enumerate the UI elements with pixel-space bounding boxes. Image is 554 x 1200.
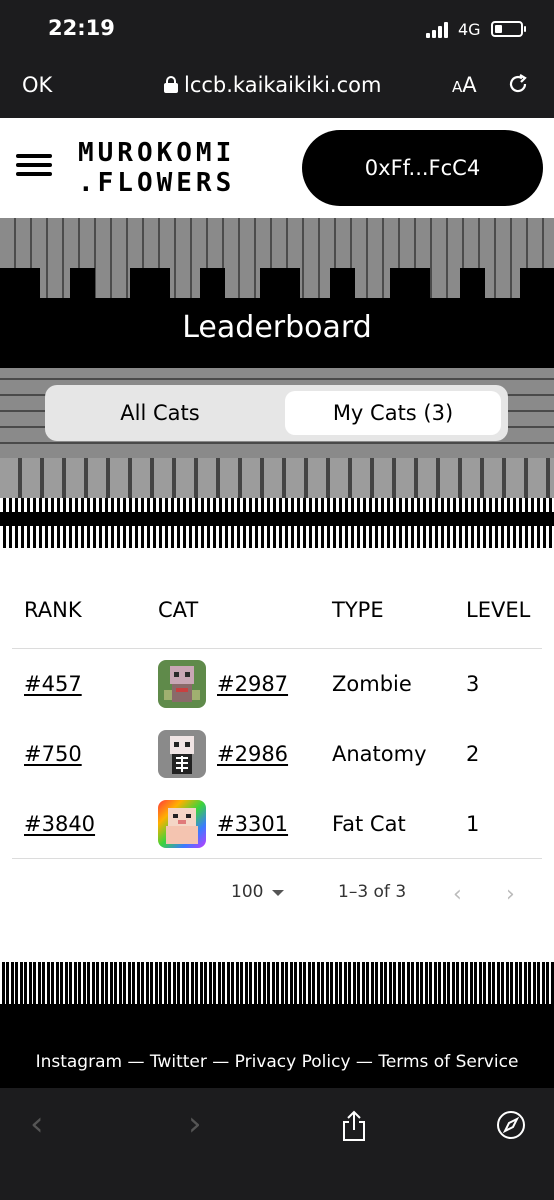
col-level: LEVEL <box>466 598 531 622</box>
lock-icon <box>164 76 178 94</box>
wallet-button[interactable]: 0xFf...FcC4 <box>302 130 543 206</box>
forward-icon[interactable]: › <box>188 1104 202 1144</box>
compass-icon[interactable] <box>496 1110 526 1140</box>
cat-level: 3 <box>466 672 480 696</box>
rank-link[interactable]: #457 <box>24 672 82 696</box>
rows-per-page-select[interactable]: 100 <box>231 882 263 902</box>
clock: 22:19 <box>48 16 115 40</box>
leaderboard-hero: Leaderboard All Cats My Cats (3) <box>0 218 554 568</box>
cat-type: Fat Cat <box>332 812 406 836</box>
rank-link[interactable]: #750 <box>24 742 82 766</box>
col-type: TYPE <box>332 598 384 622</box>
chevron-right-icon[interactable]: › <box>506 882 515 907</box>
table-header: RANK CAT TYPE LEVEL <box>0 598 554 626</box>
battery-icon <box>491 21 526 37</box>
cat-level: 2 <box>466 742 480 766</box>
chevron-left-icon[interactable]: ‹ <box>453 882 462 907</box>
header-divider <box>12 648 542 649</box>
logo-line-1: MUROKOMI <box>78 138 236 168</box>
col-rank: RANK <box>24 598 82 622</box>
cat-id-link[interactable]: #2987 <box>217 672 288 696</box>
pixel-dither-base <box>0 548 554 568</box>
signal-icon <box>426 22 448 38</box>
status-bar: 22:19 4G <box>0 0 554 56</box>
footer-links[interactable]: Instagram — Twitter — Privacy Policy — T… <box>0 1052 554 1072</box>
network-type: 4G <box>458 20 481 39</box>
cat-id-link[interactable]: #3301 <box>217 812 288 836</box>
table-row: #457 #2987 Zombie 3 <box>0 650 554 720</box>
site-logo[interactable]: MUROKOMI .FLOWERS <box>78 138 235 198</box>
site-header: MUROKOMI .FLOWERS 0xFf...FcC4 <box>0 118 554 218</box>
pixel-dither-footer <box>0 940 554 1004</box>
tab-my-cats[interactable]: My Cats (3) <box>285 391 501 435</box>
rank-link[interactable]: #3840 <box>24 812 95 836</box>
browser-toolbar: ‹ › <box>0 1088 554 1200</box>
page-range: 1–3 of 3 <box>338 882 407 902</box>
cat-type: Zombie <box>332 672 412 696</box>
cat-thumbnail-zombie[interactable] <box>158 660 206 708</box>
cat-thumbnail-fat-cat[interactable] <box>158 800 206 848</box>
cat-type: Anatomy <box>332 742 427 766</box>
leaderboard-table: RANK CAT TYPE LEVEL #457 #2987 Zombie 3 … <box>0 568 554 940</box>
table-row: #3840 #3301 Fat Cat 1 <box>0 790 554 860</box>
share-icon[interactable] <box>340 1110 368 1142</box>
url-field[interactable]: lccb.kaikaikiki.com <box>164 73 381 97</box>
page-title: Leaderboard <box>182 310 372 345</box>
reload-icon[interactable] <box>506 72 530 96</box>
url-text: lccb.kaikaikiki.com <box>184 73 382 97</box>
table-bottom-divider <box>12 858 542 859</box>
text-size-large-label: A <box>462 73 477 97</box>
chevron-down-icon[interactable] <box>272 890 284 896</box>
pagination: 100 1–3 of 3 ‹ › <box>0 878 554 908</box>
col-cat: CAT <box>158 598 199 622</box>
logo-line-2: .FLOWERS <box>78 168 236 198</box>
text-size-button[interactable]: AA <box>452 73 477 97</box>
pixel-bricks-lower <box>0 458 554 498</box>
table-row: #750 #2986 Anatomy 2 <box>0 720 554 790</box>
done-button[interactable]: OK <box>22 73 52 97</box>
cat-id-link[interactable]: #2986 <box>217 742 288 766</box>
browser-address-bar: OK lccb.kaikaikiki.com AA <box>0 56 554 118</box>
pixel-bricks-top <box>0 218 554 298</box>
text-size-small-label: A <box>452 78 463 96</box>
cat-thumbnail-anatomy[interactable] <box>158 730 206 778</box>
site-footer: Instagram — Twitter — Privacy Policy — T… <box>0 940 554 1088</box>
back-icon[interactable]: ‹ <box>30 1104 44 1144</box>
menu-icon[interactable] <box>16 150 52 180</box>
cat-level: 1 <box>466 812 480 836</box>
tab-all-cats[interactable]: All Cats <box>51 391 269 435</box>
cats-filter-toggle: All Cats My Cats (3) <box>45 385 508 441</box>
